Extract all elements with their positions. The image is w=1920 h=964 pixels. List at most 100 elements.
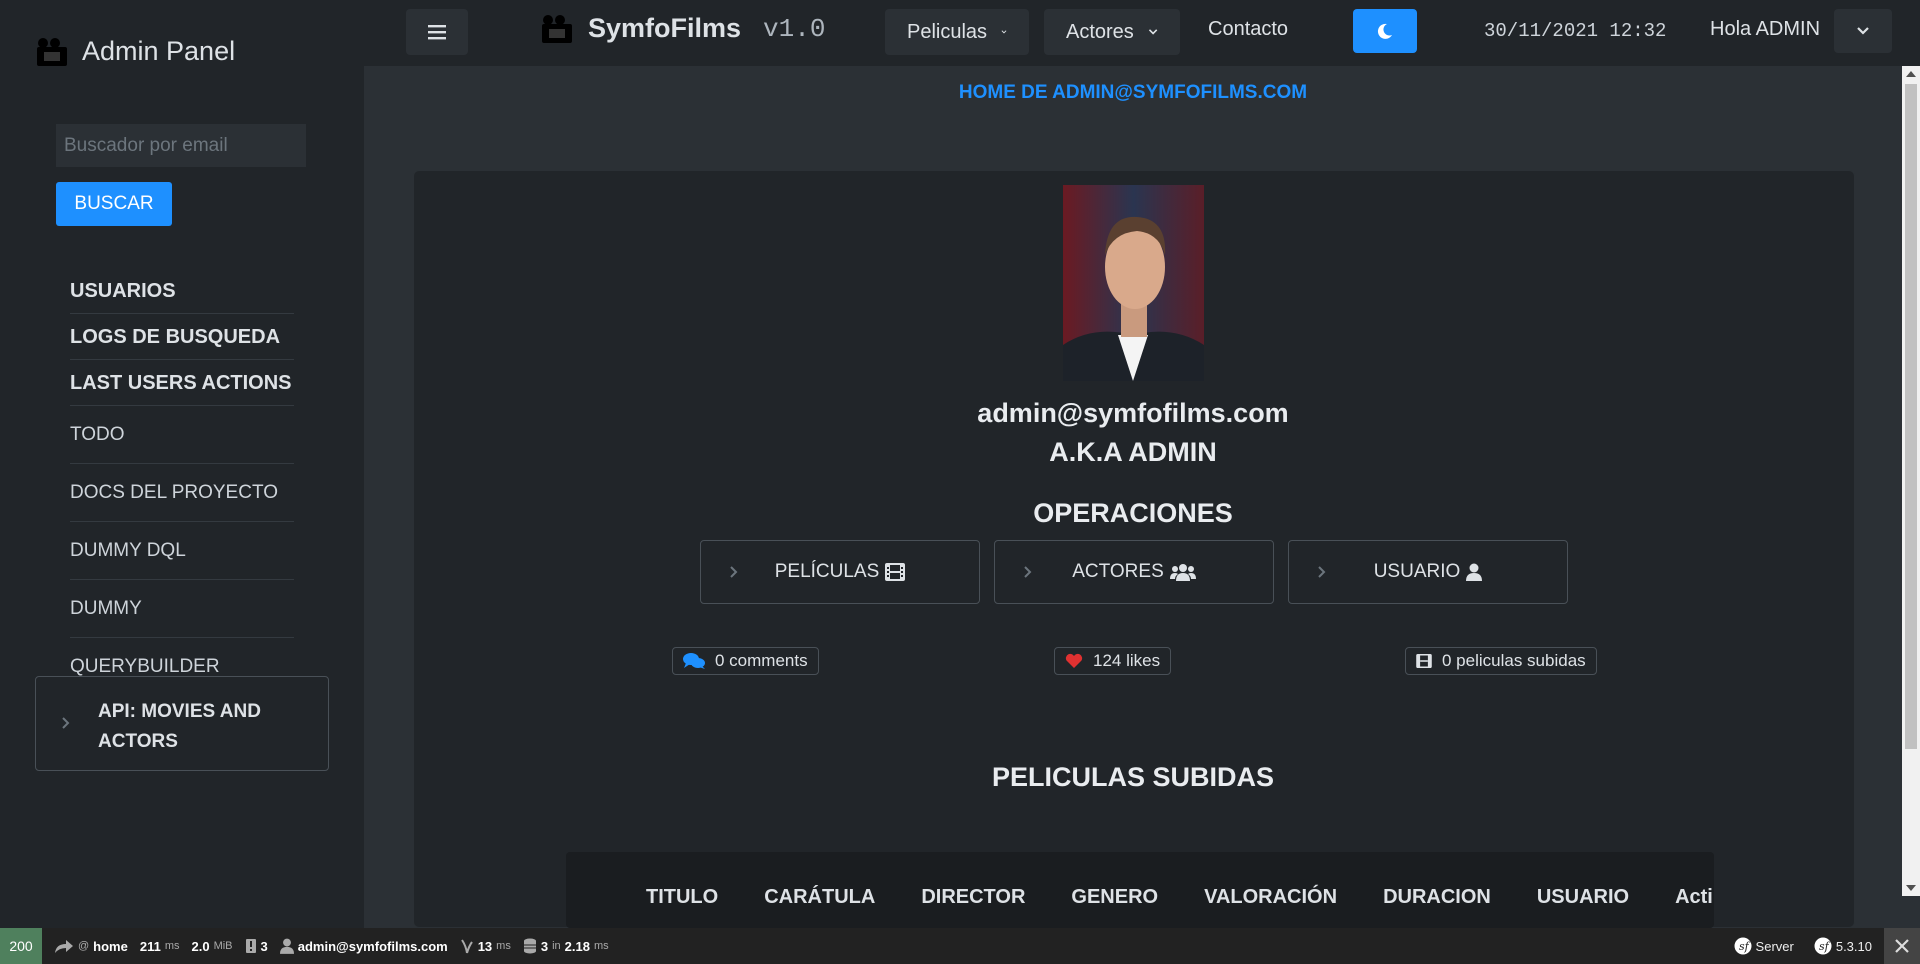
clapperboard-icon [37, 37, 67, 66]
menu-actores-dropdown[interactable]: Actores [1044, 9, 1180, 55]
debug-db-time: 2.18 [564, 938, 590, 954]
comments-badge: 0 comments [672, 647, 819, 675]
heart-icon [1065, 653, 1083, 668]
debug-time-value: 211 [139, 938, 161, 954]
debug-symfony-version[interactable]: sf 5.3.10 [1814, 937, 1872, 955]
sidebar-item-logs-busqueda[interactable]: LOGS DE BUSQUEDA [70, 314, 294, 360]
film-icon [885, 563, 906, 581]
database-icon [523, 938, 536, 954]
clapperboard-icon [542, 14, 572, 43]
debug-toolbar-close-button[interactable] [1884, 928, 1920, 964]
debug-server[interactable]: sf Server [1734, 937, 1794, 955]
chevron-down-icon [1857, 27, 1869, 35]
email-search-input[interactable] [56, 124, 306, 167]
sidebar-nav: USUARIOS LOGS DE BUSQUEDA LAST USERS ACT… [70, 268, 294, 677]
menu-actores-label: Actores [1066, 20, 1134, 43]
operation-actores-button[interactable]: ACTORES [994, 540, 1274, 604]
sidebar-item-usuarios[interactable]: USUARIOS [70, 268, 294, 314]
user-icon [1466, 563, 1483, 581]
debug-toolbar-right: sf Server sf 5.3.10 [1722, 928, 1920, 964]
operations-title: OPERACIONES [1033, 498, 1233, 528]
menu-peliculas-label: Peliculas [907, 20, 988, 43]
brand-title: Admin Panel [82, 36, 236, 66]
chevron-right-icon [1318, 566, 1326, 578]
table-header-titulo: TITULO [646, 886, 719, 908]
close-icon [1895, 939, 1909, 953]
sidebar-item-dummy-dql[interactable]: DUMMY DQL [70, 522, 294, 580]
sidebar-item-dummy-querybuilder[interactable]: DUMMY QUERYBUILDER [70, 580, 294, 677]
menu-peliculas-dropdown[interactable]: Peliculas [885, 9, 1029, 55]
site-logo[interactable]: SymfoFilms v1.0 [540, 13, 825, 44]
current-datetime: 30/11/2021 12:32 [1484, 20, 1667, 42]
symfony-logo-icon: sf [1734, 937, 1752, 955]
api-movies-actors-accordion[interactable]: API: MOVIES AND ACTORS [35, 676, 329, 771]
uploaded-movies-badge: 0 peliculas subidas [1405, 647, 1597, 675]
debug-memory-value: 2.0 [191, 938, 210, 954]
comments-count: 0 comments [715, 651, 808, 670]
site-name: SymfoFilms [588, 13, 742, 43]
chevron-down-icon [1001, 30, 1007, 34]
chevron-right-icon [1024, 566, 1032, 578]
site-version: v1.0 [763, 13, 826, 44]
debug-user[interactable]: admin@symfofilms.com [279, 938, 448, 954]
debug-twig[interactable]: 13 ms [460, 938, 511, 954]
scrollbar-thumb[interactable] [1905, 84, 1917, 749]
operation-label: PELÍCULAS [774, 561, 880, 582]
debug-logs-count: 3 [260, 938, 268, 954]
scroll-up-arrow-icon[interactable] [1906, 71, 1916, 77]
debug-user-name: admin@symfofilms.com [297, 938, 448, 954]
likes-count: 124 likes [1093, 651, 1161, 670]
operation-usuario-button[interactable]: USUARIO [1288, 540, 1568, 604]
profile-alias: A.K.A ADMIN [1049, 437, 1217, 467]
user-menu-dropdown[interactable] [1834, 9, 1892, 53]
search-button[interactable]: BUSCAR [56, 182, 172, 226]
debug-logs[interactable]: 3 [245, 938, 268, 954]
http-status-badge[interactable]: 200 [0, 928, 42, 964]
film-icon [1416, 654, 1432, 668]
operation-label: ACTORES [1072, 561, 1164, 582]
debug-twig-unit: ms [496, 940, 511, 952]
comments-icon [683, 653, 705, 669]
log-icon [245, 939, 256, 953]
theme-toggle-button[interactable] [1353, 9, 1417, 53]
debug-memory[interactable]: 2.0 MiB [192, 939, 233, 954]
debug-memory-unit: MiB [213, 940, 233, 952]
debug-server-label: Server [1755, 938, 1794, 954]
avatar [1063, 185, 1204, 381]
scroll-down-arrow-icon[interactable] [1906, 885, 1916, 891]
brand[interactable]: Admin Panel [36, 36, 235, 67]
debug-database[interactable]: 3 in 2.18 ms [523, 938, 609, 954]
user-greeting: Hola ADMIN [1710, 18, 1821, 40]
table-header-genero: GENERO [1071, 886, 1159, 908]
chevron-right-icon [730, 566, 738, 578]
uploaded-movies-title: PELICULAS SUBIDAS [991, 762, 1275, 792]
sidebar-item-last-users-actions[interactable]: LAST USERS ACTIONS [70, 360, 294, 406]
page-title: HOME DE ADMIN@SYMFOFILMS.COM [958, 82, 1308, 103]
table-header-usuario: USUARIO [1536, 886, 1630, 908]
debug-db-count: 3 [540, 938, 549, 954]
debug-time[interactable]: 211 ms [140, 939, 180, 954]
users-icon [1169, 564, 1196, 581]
symfony-debug-toolbar: 200 @ home 211 ms 2.0 MiB 3 admin@symfofilm… [0, 928, 1920, 964]
sidebar: Admin Panel BUSCAR USUARIOS LOGS DE BUSQ… [0, 0, 364, 928]
user-icon [279, 938, 294, 954]
api-card-label: API: MOVIES AND ACTORS [98, 701, 261, 752]
debug-twig-value: 13 [477, 938, 493, 954]
contacto-link[interactable]: Contacto [1208, 18, 1288, 41]
debug-db-unit: ms [593, 940, 609, 952]
sidebar-toggle-button[interactable] [406, 9, 468, 55]
sidebar-item-docs-proyecto[interactable]: DOCS DEL PROYECTO [70, 464, 294, 522]
page-scrollbar[interactable] [1902, 66, 1920, 896]
operation-peliculas-button[interactable]: PELÍCULAS [700, 540, 980, 604]
twig-icon [460, 939, 473, 954]
table-header-row: TITULO CARÁTULA DIRECTOR GENERO VALORACI… [566, 852, 1714, 909]
profile-email: admin@symfofilms.com [977, 398, 1289, 428]
table-header-acciones: Acti [1675, 886, 1713, 908]
debug-time-unit: ms [164, 940, 180, 952]
topbar: SymfoFilms v1.0 Peliculas Actores Contac… [364, 0, 1920, 66]
debug-route[interactable]: @ home [54, 938, 128, 954]
table-header-duracion: DURACION [1383, 886, 1491, 908]
sidebar-item-todo[interactable]: TODO [70, 406, 294, 464]
uploaded-movies-table: TITULO CARÁTULA DIRECTOR GENERO VALORACI… [566, 852, 1714, 928]
redirect-arrow-icon [55, 940, 73, 953]
